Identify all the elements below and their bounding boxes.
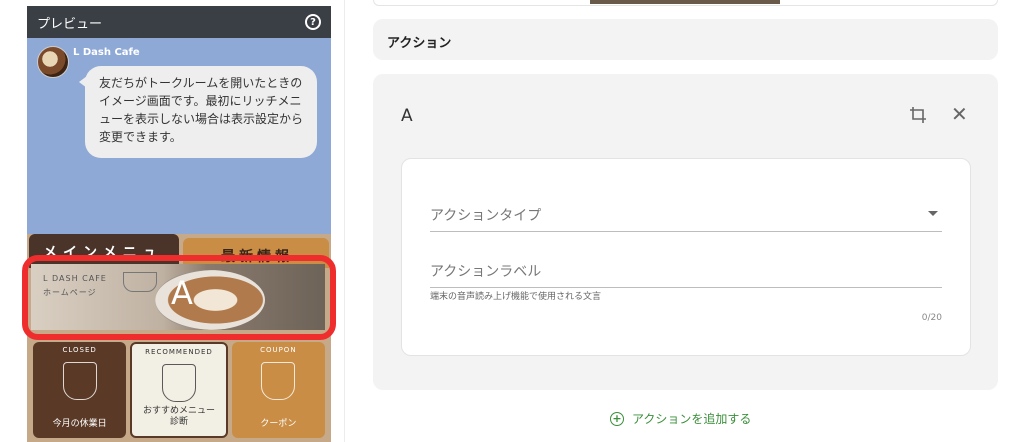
- preview-panel: プレビュー ? L Dash Cafe 友だちがトークルームを開いたときのイメー…: [27, 6, 331, 442]
- close-icon[interactable]: ✕: [951, 104, 968, 124]
- tile-closed[interactable]: CLOSED 今月の休業日: [33, 342, 127, 438]
- action-card: A ✕ アクションタイプ アクションラベル 端末の音声読み上げ機能で使用される文…: [373, 74, 998, 390]
- selected-area-highlight: [22, 255, 336, 340]
- avatar: [37, 46, 69, 78]
- tile-label: おすすめメニュー 診断: [142, 406, 215, 427]
- preview-header: プレビュー ?: [27, 6, 331, 38]
- crop-icon[interactable]: [909, 106, 927, 124]
- action-type-placeholder: アクションタイプ: [430, 208, 542, 224]
- coffee-dripper-icon: [62, 362, 97, 400]
- action-label-placeholder: アクションラベル: [430, 264, 542, 280]
- cake-icon: [161, 364, 196, 402]
- tile-top-label: COUPON: [260, 346, 297, 354]
- section-header-action: アクション: [373, 19, 998, 60]
- account-name: L Dash Cafe: [73, 47, 140, 58]
- action-card-title: A: [401, 106, 413, 126]
- chat-bubble: 友だちがトークルームを開いたときのイメージ画面です。最初にリッチメニューを表示し…: [79, 66, 317, 158]
- add-action-button[interactable]: + アクションを追加する: [610, 410, 751, 427]
- rich-menu-tiles: CLOSED 今月の休業日 RECOMMENDED おすすめメニュー 診断 CO…: [33, 342, 325, 438]
- chevron-down-icon: [928, 211, 938, 216]
- kettle-icon: [261, 362, 296, 400]
- add-action-label: アクションを追加する: [632, 412, 752, 426]
- tile-coupon[interactable]: COUPON クーポン: [231, 342, 325, 438]
- action-label-input[interactable]: アクションラベル: [430, 261, 942, 288]
- tile-label: クーポン: [260, 419, 297, 429]
- image-thumbnail: [590, 0, 780, 4]
- divider: [344, 0, 345, 442]
- plus-circle-icon: +: [610, 411, 624, 426]
- action-type-select[interactable]: アクションタイプ: [430, 205, 942, 232]
- screen: プレビュー ? L Dash Cafe 友だちがトークルームを開いたときのイメー…: [0, 0, 1024, 442]
- preview-title: プレビュー: [37, 16, 103, 32]
- tile-recommended[interactable]: RECOMMENDED おすすめメニュー 診断: [130, 342, 228, 438]
- help-icon[interactable]: ?: [305, 14, 321, 30]
- tile-label: 今月の休業日: [52, 419, 107, 429]
- tile-top-label: RECOMMENDED: [145, 348, 213, 356]
- action-label-hint: 端末の音声読み上げ機能で使用される文言: [430, 292, 602, 302]
- action-form: アクションタイプ アクションラベル 端末の音声読み上げ機能で使用される文言 0/…: [401, 158, 971, 356]
- char-counter: 0/20: [921, 313, 942, 323]
- tile-top-label: CLOSED: [62, 346, 97, 354]
